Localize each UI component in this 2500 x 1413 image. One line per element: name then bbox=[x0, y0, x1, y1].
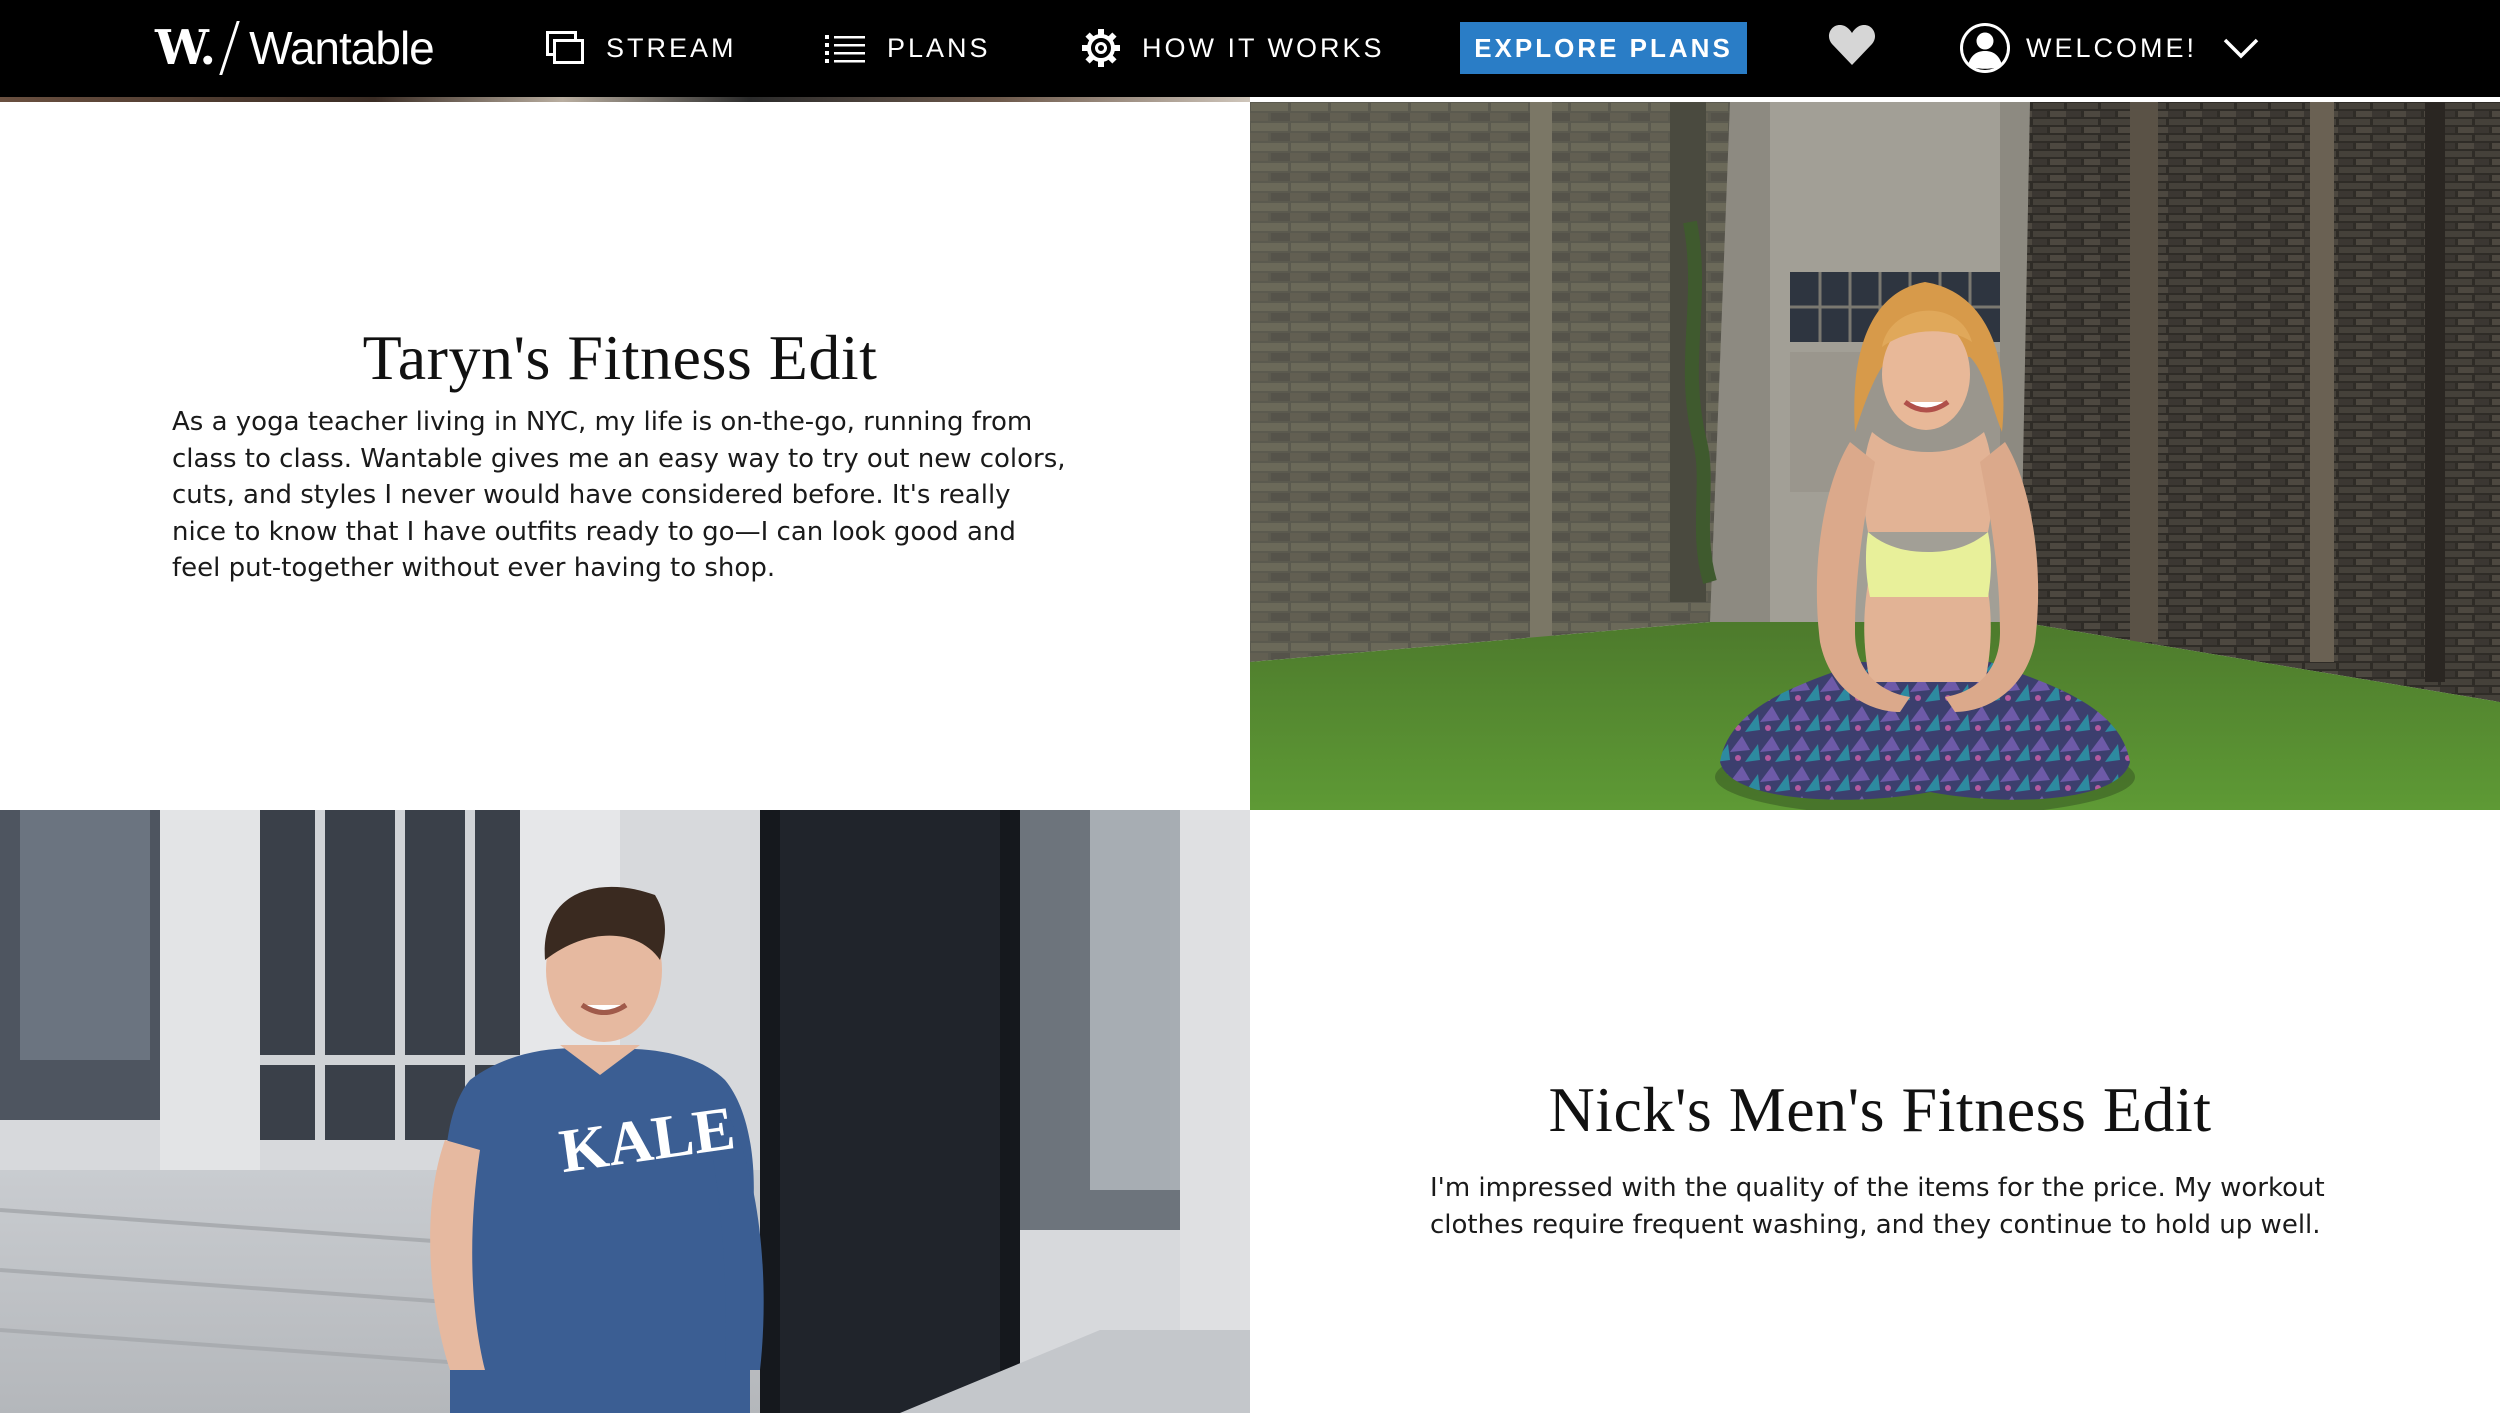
user-icon bbox=[1960, 23, 2010, 73]
nav-plans-link[interactable]: PLANS bbox=[825, 26, 991, 70]
nick-edit-title[interactable]: Nick's Men's Fitness Edit bbox=[1250, 1073, 2500, 1147]
nav-stream-link[interactable]: STREAM bbox=[546, 26, 737, 70]
taryn-edit-card: Taryn's Fitness Edit As a yoga teacher l… bbox=[0, 102, 1250, 810]
logo-wordmark: Wantable bbox=[249, 22, 435, 74]
explore-plans-button[interactable]: EXPLORE PLANS bbox=[1460, 22, 1747, 74]
taryn-photo[interactable] bbox=[1250, 102, 2500, 810]
nav-plans-label: PLANS bbox=[887, 32, 991, 63]
nick-edit-quote: I'm impressed with the quality of the it… bbox=[1430, 1173, 2325, 1240]
nav-how-it-works-label: HOW IT WORKS bbox=[1142, 32, 1385, 63]
nav-stream-label: STREAM bbox=[606, 32, 737, 63]
top-nav: W. Wantable STREAM PLANS HOW IT WORKS EX… bbox=[0, 0, 2500, 97]
nick-edit-card: Nick's Men's Fitness Edit I'm impressed … bbox=[1250, 810, 2500, 1413]
nav-how-it-works-link[interactable]: HOW IT WORKS bbox=[1082, 26, 1385, 70]
logo-mark: W. bbox=[155, 20, 216, 76]
taryn-edit-quote: As a yoga teacher living in NYC, my life… bbox=[172, 407, 1066, 583]
gear-icon bbox=[1082, 29, 1120, 67]
wantable-logo[interactable]: W. Wantable bbox=[155, 18, 435, 78]
stream-icon bbox=[546, 31, 584, 64]
chevron-down-icon bbox=[2223, 38, 2259, 59]
heart-icon bbox=[1828, 24, 1876, 66]
list-icon bbox=[825, 35, 865, 63]
welcome-label: WELCOME! bbox=[2026, 32, 2198, 63]
favorites-button[interactable] bbox=[1828, 24, 1876, 70]
nick-photo[interactable]: KALE bbox=[0, 810, 1250, 1413]
account-menu[interactable]: WELCOME! bbox=[1958, 21, 2259, 75]
logo-slash bbox=[219, 21, 240, 75]
taryn-edit-title[interactable]: Taryn's Fitness Edit bbox=[0, 321, 1240, 395]
